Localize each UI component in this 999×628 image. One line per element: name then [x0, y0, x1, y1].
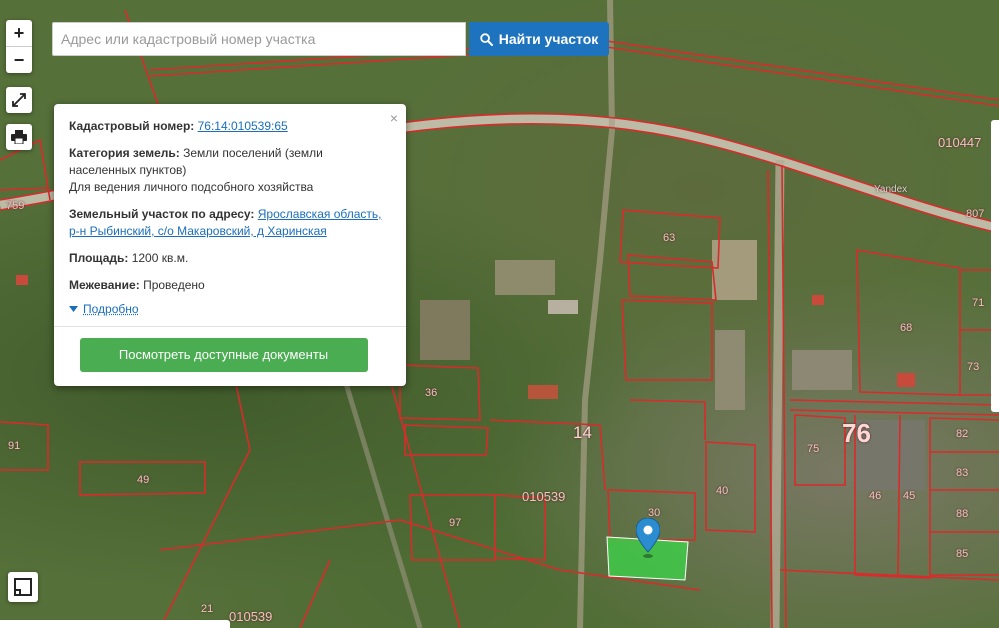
- survey-value: Проведено: [143, 278, 205, 292]
- label-97: 97: [449, 517, 462, 529]
- fullscreen-button[interactable]: [6, 87, 32, 113]
- area-row: Площадь: 1200 кв.м.: [69, 250, 392, 267]
- label-63: 63: [663, 232, 676, 244]
- cadastral-label: Кадастровый номер:: [69, 119, 195, 133]
- print-button[interactable]: [6, 124, 32, 150]
- address-label: Земельный участок по адресу:: [69, 207, 255, 221]
- label-85: 85: [956, 548, 969, 560]
- area-label: Площадь:: [69, 251, 129, 265]
- cadastral-number-link[interactable]: 76:14:010539:65: [198, 119, 288, 133]
- label-36: 36: [425, 387, 438, 399]
- zoom-out-button[interactable]: −: [6, 46, 32, 73]
- caret-down-icon: [69, 306, 78, 312]
- survey-label: Межевание:: [69, 278, 140, 292]
- label-82: 82: [956, 428, 969, 440]
- layers-icon: [14, 578, 32, 596]
- printer-icon: [11, 130, 27, 145]
- label-40: 40: [716, 485, 729, 497]
- search-input[interactable]: [52, 22, 466, 56]
- zoom-in-button[interactable]: +: [6, 20, 32, 46]
- survey-row: Межевание: Проведено: [69, 277, 392, 294]
- label-68: 68: [900, 322, 913, 334]
- search-icon: [479, 32, 493, 46]
- label-75: 75: [807, 443, 820, 455]
- label-14: 14: [573, 423, 592, 442]
- layers-button[interactable]: [8, 572, 38, 602]
- usage-value: Для ведения личного подсобного хозяйства: [69, 180, 314, 194]
- find-plot-button[interactable]: Найти участок: [469, 22, 609, 56]
- label-71: 71: [972, 297, 985, 309]
- label-010447: 010447: [938, 135, 982, 150]
- label-21: 21: [201, 603, 214, 615]
- label-010539-bottom: 010539: [229, 609, 273, 624]
- label-759: 759: [6, 200, 25, 212]
- label-49: 49: [137, 474, 150, 486]
- close-icon[interactable]: ×: [390, 110, 398, 126]
- cadastral-number-row: Кадастровый номер: 76:14:010539:65: [69, 118, 392, 135]
- label-73: 73: [967, 361, 980, 373]
- expand-icon: [12, 93, 26, 107]
- label-46: 46: [869, 490, 882, 502]
- label-91: 91: [8, 440, 21, 452]
- area-value: 1200 кв.м.: [131, 251, 189, 265]
- label-83: 83: [956, 467, 969, 479]
- label-88: 88: [956, 508, 969, 520]
- label-010539-center: 010539: [522, 489, 566, 504]
- label-yandex: Yandex: [874, 184, 908, 195]
- details-link[interactable]: Подробно: [83, 302, 139, 316]
- right-side-panel-edge[interactable]: [991, 120, 999, 412]
- label-76: 76: [842, 418, 871, 448]
- plot-info-popup: × Кадастровый номер: 76:14:010539:65 Кат…: [54, 104, 406, 386]
- label-45: 45: [903, 490, 916, 502]
- label-807: 807: [966, 208, 985, 220]
- category-label: Категория земель:: [69, 146, 180, 160]
- details-toggle[interactable]: Подробно: [69, 302, 392, 316]
- land-category-row: Категория земель: Земли поселений (земли…: [69, 145, 392, 196]
- find-plot-label: Найти участок: [498, 31, 599, 47]
- bottom-info-strip: [0, 620, 230, 628]
- view-documents-button[interactable]: Посмотреть доступные документы: [79, 338, 368, 372]
- address-row: Земельный участок по адресу: Ярославская…: [69, 206, 392, 240]
- popup-divider: [54, 326, 406, 327]
- zoom-control: + −: [6, 20, 32, 73]
